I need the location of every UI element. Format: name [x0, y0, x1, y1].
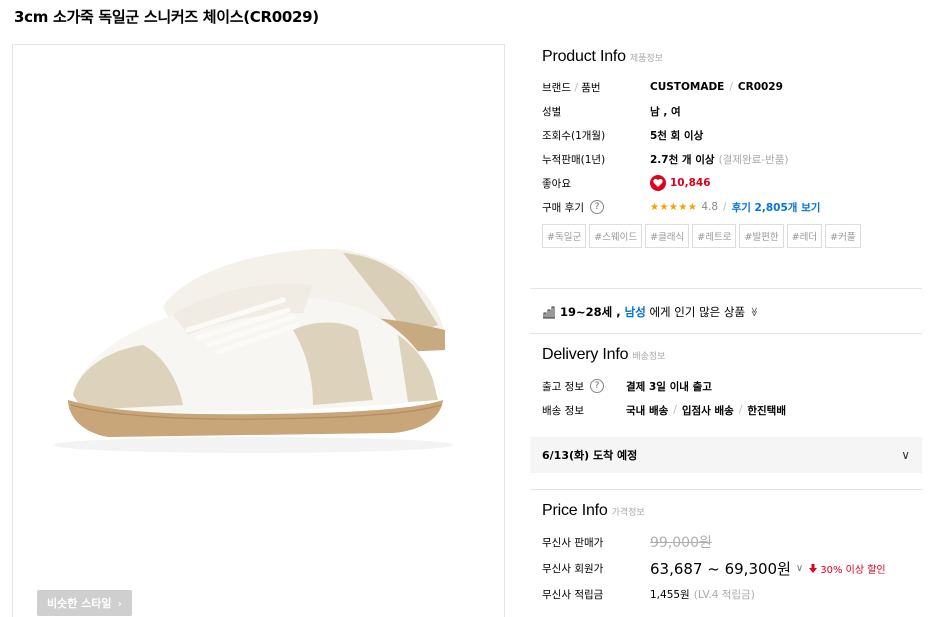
delivery-row: 배송 정보 국내 배송 / 입점사 배송 / 한진택배	[542, 404, 786, 417]
likes-count: 10,846	[670, 177, 711, 189]
arrival-estimate[interactable]: 6/13(화) 도착 예정 ∨	[530, 437, 922, 473]
likes-label: 좋아요	[542, 177, 571, 190]
price-info-heading: Price Info 가격정보	[542, 502, 645, 520]
member-price: 63,687 ~ 69,300원	[650, 559, 791, 578]
delivery-courier: 한진택배	[747, 404, 786, 417]
sneaker-image	[53, 248, 453, 453]
delivery-info-title: Delivery Info	[542, 346, 629, 363]
product-info-subtitle: 제품정보	[629, 53, 663, 63]
price-info-subtitle: 가격정보	[611, 507, 645, 517]
divider	[530, 489, 922, 490]
delivery-vendor: 입점사 배송	[681, 404, 734, 417]
gender-row: 성별 남 , 여	[542, 102, 681, 120]
sales-label: 누적판매(1년)	[542, 153, 606, 166]
bar-chart-icon	[543, 306, 555, 318]
member-price-label: 무신사 회원가	[542, 562, 604, 575]
chevron-down-icon[interactable]: ∨	[901, 448, 910, 462]
original-price: 99,000원	[650, 535, 712, 551]
review-score: 4.8	[701, 201, 719, 213]
price-info-title: Price Info	[542, 502, 608, 519]
similar-style-button[interactable]: 비슷한 스타일 ›	[37, 590, 132, 616]
chevron-right-icon: ›	[117, 597, 122, 610]
sales-row: 누적판매(1년) 2.7천 개 이상 (결제완료-반품)	[542, 150, 789, 168]
arrow-down-icon	[809, 563, 818, 573]
popular-gender: 남성	[624, 305, 646, 319]
discount-rate: 30% 이상 할인	[820, 564, 886, 576]
points-value: 1,455원	[650, 588, 690, 601]
divider	[530, 288, 922, 289]
tag-item[interactable]: #독일군	[542, 224, 587, 248]
brand-link[interactable]: CUSTOMADE	[650, 81, 724, 93]
star-rating: ★★★★★	[650, 201, 698, 213]
help-icon[interactable]: ?	[589, 379, 604, 393]
similar-style-label: 비슷한 스타일	[47, 597, 112, 610]
tag-item[interactable]: #레트로	[692, 224, 737, 248]
tag-item[interactable]: #스웨이드	[589, 224, 643, 248]
tag-item[interactable]: #커플	[825, 224, 861, 248]
brand-row: 브랜드 / 품번 CUSTOMADE / CR0029	[542, 81, 783, 94]
views-label: 조회수(1개월)	[542, 129, 606, 142]
ship-row: 출고 정보 ? 결제 3일 이내 출고	[542, 377, 712, 395]
tag-list: #독일군 #스웨이드 #클래식 #레트로 #발편한 #레더 #커플	[542, 224, 872, 248]
popular-age: 19~28세	[560, 305, 613, 319]
chevron-down-icon[interactable]: ∨	[796, 563, 803, 574]
help-icon[interactable]: ?	[589, 200, 604, 214]
tag-item[interactable]: #발편한	[739, 224, 784, 248]
popular-banner[interactable]: 19~28세 , 남성 에게 인기 많은 상품 ≫	[542, 304, 758, 320]
review-label: 구매 후기	[542, 201, 584, 214]
sale-price-label: 무신사 판매가	[542, 536, 604, 549]
popular-suffix: 에게 인기 많은 상품	[649, 305, 746, 319]
product-title: 3cm 소가죽 독일군 스니커즈 체이스(CR0029)	[14, 8, 319, 26]
review-row: 구매 후기 ? ★★★★★ 4.8 / 후기 2,805개 보기	[542, 200, 821, 215]
gender-value: 남 , 여	[650, 105, 681, 118]
tag-item[interactable]: #클래식	[645, 224, 690, 248]
member-price-row: 무신사 회원가 63,687 ~ 69,300원 ∨ 30% 이상 할인	[542, 559, 886, 578]
ship-label: 출고 정보	[542, 380, 584, 393]
tag-item[interactable]: #레더	[786, 224, 823, 248]
sale-price-row: 무신사 판매가 99,000원	[542, 533, 712, 551]
review-label-wrap: 구매 후기 ?	[542, 200, 650, 215]
product-info-heading: Product Info 제품정보	[542, 48, 663, 66]
brand-label: 브랜드 / 품번	[542, 81, 601, 94]
views-value: 5천 회 이상	[650, 129, 704, 142]
sales-note: (결제완료-반품)	[718, 153, 789, 166]
delivery-info-subtitle: 배송정보	[632, 351, 666, 361]
ship-label-wrap: 출고 정보 ?	[542, 379, 626, 394]
product-code: CR0029	[737, 81, 783, 93]
delivery-info-heading: Delivery Info 배송정보	[542, 346, 665, 364]
double-chevron-down-icon[interactable]: ≫	[748, 307, 758, 316]
gender-label: 성별	[542, 105, 562, 118]
arrival-text: 6/13(화) 도착 예정	[542, 449, 638, 462]
likes-row: 좋아요 10,846	[542, 174, 711, 192]
points-label: 무신사 적립금	[542, 588, 604, 601]
views-row: 조회수(1개월) 5천 회 이상	[542, 126, 703, 144]
ship-value: 결제 3일 이내 출고	[626, 380, 712, 393]
review-link[interactable]: 후기 2,805개 보기	[732, 200, 821, 215]
points-note: (LV.4 적립금)	[693, 588, 755, 601]
heart-icon[interactable]	[650, 175, 666, 191]
product-image[interactable]: 비슷한 스타일 ›	[12, 44, 505, 617]
sales-value: 2.7천 개 이상	[650, 153, 715, 166]
product-info-title: Product Info	[542, 48, 626, 65]
divider	[530, 333, 922, 334]
delivery-label: 배송 정보	[542, 404, 584, 417]
delivery-domestic: 국내 배송	[626, 404, 669, 417]
points-row: 무신사 적립금 1,455원 (LV.4 적립금)	[542, 585, 755, 603]
